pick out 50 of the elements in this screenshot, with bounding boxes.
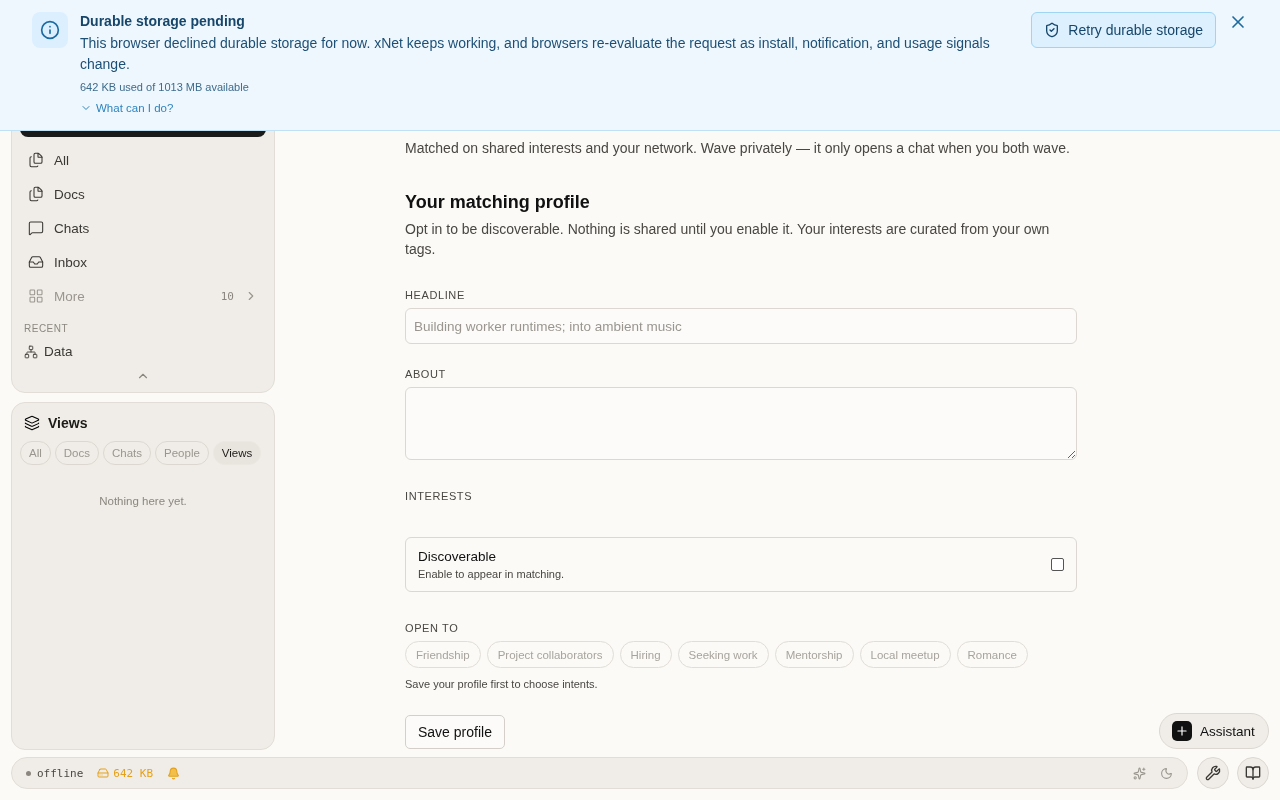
sidebar-item[interactable]: All [20,143,266,177]
info-icon [32,12,68,48]
option-hint: Enable to appear in matching. [418,568,565,580]
section-title: Your matching profile [405,192,591,213]
about-field[interactable] [405,387,1077,460]
sparkles-icon[interactable] [1133,766,1146,780]
assistant-button[interactable]: Assistant [1159,713,1269,749]
banner-message: This browser declined durable storage for now. xNet keeps working, and browsers re-evaluate the request as install, notification, and usage signals change. [80,34,991,74]
drive-icon [97,767,110,779]
empty-message: Nothing here yet. [98,495,188,507]
checkbox[interactable] [1051,558,1064,571]
moon-icon[interactable] [1160,766,1173,780]
book-icon[interactable] [1237,757,1269,789]
field-label: ABOUT [405,368,447,380]
field-label: INTERESTS [405,490,474,502]
item-count: 10 [220,289,234,303]
wrench-icon[interactable] [1197,757,1229,789]
files-icon [28,186,44,202]
status-dot-icon [26,770,31,776]
headline-field[interactable]: Building worker runtimes; into ambient music [405,308,1077,344]
help-link[interactable]: What can I do? [80,102,174,114]
section-description: Opt in to be discoverable. Nothing is shared until you enable it. Your interests are curated from your own tags. [405,220,1051,259]
files-icon [28,152,44,168]
intent-note: Save your profile first to choose intents. [405,678,599,690]
recent-item[interactable]: Data [20,340,266,363]
storage-usage: 642 KB used of 1013 MB available [80,81,250,93]
field-label: HEADLINE [405,289,466,301]
intro-text: Matched on shared interests and your network. Wave privately — it only opens a chat when you both wave. [405,139,1071,158]
chat-icon [28,220,44,236]
option-title: Discoverable [418,549,498,564]
shield-icon [1044,22,1061,38]
bell-icon[interactable] [167,766,181,780]
layers-icon [24,415,40,431]
banner-title: Durable storage pending [80,13,246,29]
hierarchy-icon [24,344,38,359]
filter-chip[interactable]: Views [212,441,262,465]
inbox-icon [28,254,44,270]
grid-icon [28,288,44,304]
sidebar-item[interactable]: Chats [20,211,266,245]
field-label: OPEN TO [405,622,460,634]
storage-status: 642 KB [97,766,154,780]
sidebar-item[interactable]: More 10 [20,279,266,313]
connection-status: offline [26,766,84,780]
sidebar-item[interactable]: Docs [20,177,266,211]
retry-button[interactable]: Retry durable storage [1031,12,1216,48]
save-button[interactable]: Save profile [405,715,505,749]
section-heading: RECENT [23,322,70,336]
plus-icon [1172,721,1192,741]
panel-title: Views [48,415,88,431]
sidebar-item[interactable]: Inbox [20,245,266,279]
